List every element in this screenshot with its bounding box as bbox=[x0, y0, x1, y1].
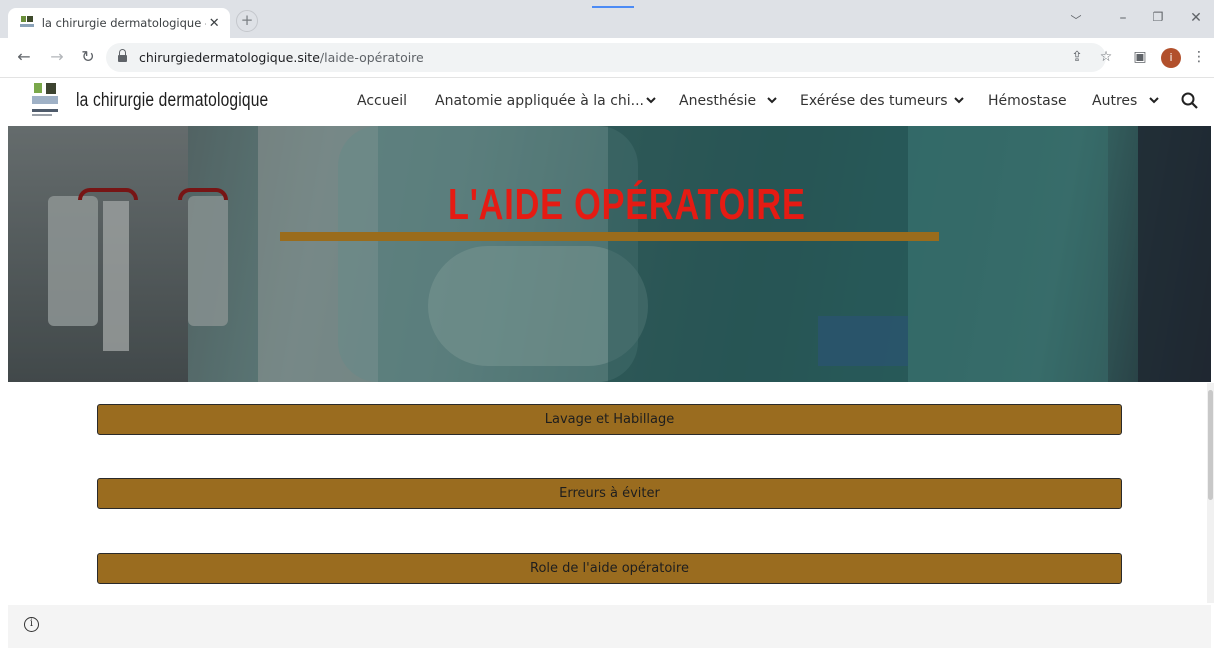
forward-arrow-icon[interactable]: → bbox=[47, 47, 67, 66]
tab-search-chevron-icon[interactable]: ﹀ bbox=[1066, 12, 1086, 28]
close-tab-icon[interactable]: ✕ bbox=[206, 16, 222, 31]
browser-tab-strip: la chirurgie dermatologique - L'a ✕ + ﹀ … bbox=[0, 0, 1214, 38]
nav-item-accueil[interactable]: Accueil bbox=[357, 93, 407, 109]
site-favicon-icon bbox=[20, 16, 34, 30]
address-bar[interactable]: chirurgiedermatologique.site/laide-opéra… bbox=[106, 43, 1106, 72]
nav-item-anesthesie[interactable]: Anesthésie bbox=[679, 93, 756, 109]
tab-loading-indicator bbox=[592, 6, 634, 8]
search-icon[interactable] bbox=[1180, 91, 1200, 111]
info-circle-icon[interactable]: i bbox=[24, 617, 39, 632]
restore-button[interactable]: ❐ bbox=[1148, 10, 1168, 24]
nav-item-autres[interactable]: Autres bbox=[1092, 93, 1137, 109]
url-host: chirurgiedermatologique.site bbox=[139, 50, 320, 65]
nav-item-anatomie[interactable]: Anatomie appliquée à la chi... bbox=[435, 93, 644, 109]
chevron-down-icon[interactable] bbox=[766, 94, 778, 106]
share-icon[interactable]: ⇪ bbox=[1067, 49, 1087, 65]
chevron-down-icon[interactable] bbox=[645, 94, 657, 106]
role-aide-operatoire-button[interactable]: Role de l'aide opératoire bbox=[97, 553, 1122, 584]
scrollbar-thumb[interactable] bbox=[1208, 390, 1213, 500]
url-path: /laide-opératoire bbox=[319, 50, 424, 65]
site-header: la chirurgie dermatologique Accueil Anat… bbox=[0, 79, 1214, 126]
side-panel-icon[interactable]: ▣ bbox=[1130, 49, 1150, 65]
hero-banner: L'AIDE OPÉRATOIRE bbox=[8, 126, 1211, 382]
reload-icon[interactable]: ↻ bbox=[78, 47, 98, 66]
browser-tab[interactable]: la chirurgie dermatologique - L'a ✕ bbox=[8, 8, 230, 38]
nav-item-hemostase[interactable]: Hémostase bbox=[988, 93, 1067, 109]
tab-title: la chirurgie dermatologique - L'a bbox=[41, 16, 207, 30]
page-footer bbox=[8, 605, 1211, 648]
erreurs-a-eviter-button[interactable]: Erreurs à éviter bbox=[97, 478, 1122, 509]
bookmark-star-icon[interactable]: ☆ bbox=[1096, 49, 1116, 65]
minimize-button[interactable]: – bbox=[1113, 10, 1133, 26]
chevron-down-icon[interactable] bbox=[1148, 94, 1160, 106]
browser-menu-icon[interactable]: ⋮ bbox=[1189, 49, 1209, 65]
new-tab-button[interactable]: + bbox=[236, 10, 258, 32]
site-title[interactable]: la chirurgie dermatologique bbox=[76, 90, 268, 112]
nav-item-exerese[interactable]: Exérése des tumeurs bbox=[800, 93, 948, 109]
lock-icon bbox=[118, 48, 127, 63]
lavage-habillage-button[interactable]: Lavage et Habillage bbox=[97, 404, 1122, 435]
back-arrow-icon[interactable]: ← bbox=[14, 47, 34, 66]
site-logo[interactable] bbox=[30, 83, 62, 119]
window-close-button[interactable]: ✕ bbox=[1186, 10, 1206, 26]
profile-avatar[interactable]: i bbox=[1161, 48, 1181, 68]
hero-title: L'AIDE OPÉRATOIRE bbox=[448, 180, 806, 229]
hero-divider bbox=[280, 232, 939, 241]
chevron-down-icon[interactable] bbox=[953, 94, 965, 106]
browser-toolbar: ← → ↻ chirurgiedermatologique.site/laide… bbox=[0, 38, 1214, 78]
